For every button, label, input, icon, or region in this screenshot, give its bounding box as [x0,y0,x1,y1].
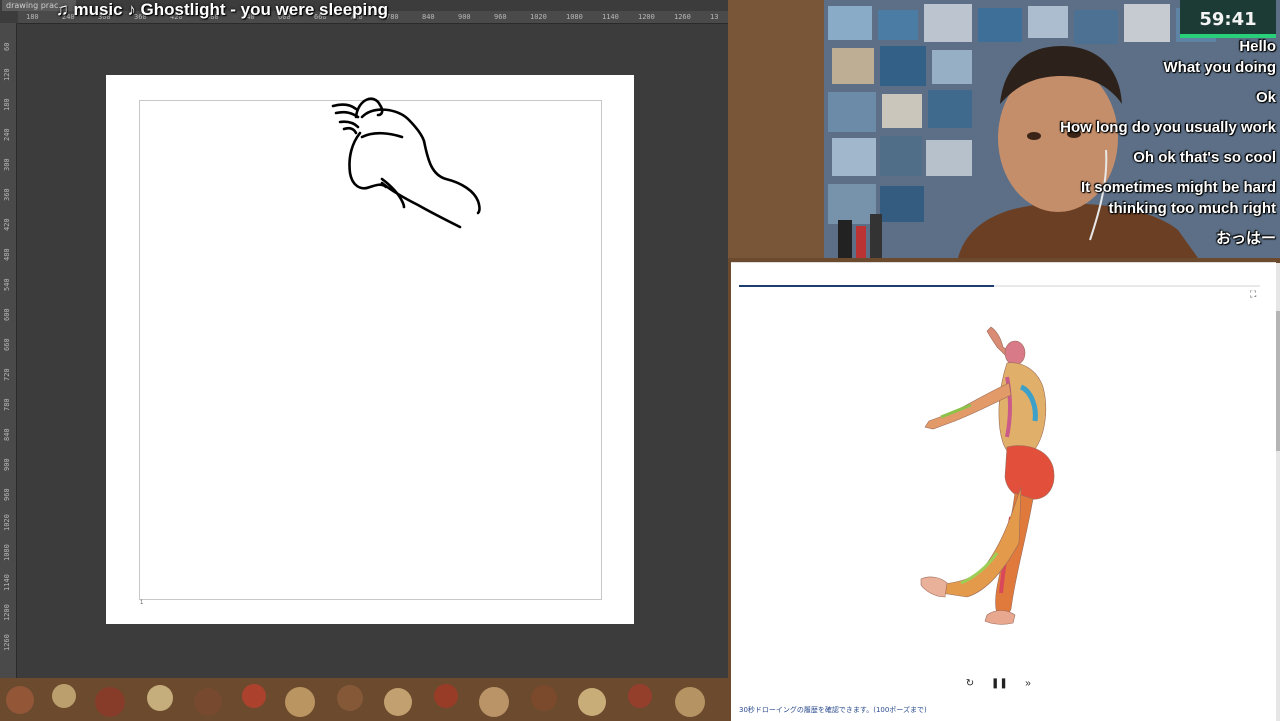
ruler-tick-label: 1200 [3,604,11,621]
ruler-tick-label: 1140 [3,574,11,591]
session-timer: 59:41 [1180,0,1276,38]
ruler-tick-label: 840 [422,13,435,21]
ruler-tick-label: 1200 [638,13,655,21]
gesture-sketch [331,97,481,229]
ruler-tick-label: 540 [3,278,11,291]
ruler-tick-label: 360 [3,188,11,201]
chat-message: What you doing [1163,59,1276,76]
now-playing-title: ♫ music ♪ Ghostlight - you were sleeping [56,0,389,19]
chat-message: Oh ok that's so cool [1133,149,1276,166]
ruler-tick-label: 720 [3,368,11,381]
ruler-tick-label: 840 [3,428,11,441]
pose-timer-progress [739,285,1260,287]
chat-overlay: Hello What you doing Ok How long do you … [1060,36,1276,249]
ruler-tick-label: 1020 [3,514,11,531]
webcam-feed: Hello What you doing Ok How long do you … [728,0,1280,258]
ruler-tick-label: 900 [458,13,471,21]
drawing-canvas[interactable]: 1 [106,75,634,624]
chat-message: Hello [1239,38,1276,55]
decorative-wallpaper-strip [0,678,728,720]
ruler-tick-label: 180 [26,13,39,21]
ruler-tick-label: 900 [3,458,11,471]
ruler-tick-label: 60 [3,42,11,51]
ruler-tick-label: 180 [3,98,11,111]
fullscreen-icon[interactable]: ⛶ [1250,289,1260,299]
ruler-tick-label: 660 [3,338,11,351]
scrollbar-thumb[interactable] [1276,311,1280,451]
ruler-tick-label: 1140 [602,13,619,21]
anatomy-pose-figure [920,326,1055,625]
chat-message: おっはー [1215,230,1276,247]
ruler-tick-label: 960 [494,13,507,21]
ruler-tick-label: 780 [3,398,11,411]
chat-message: It sometimes might be hard [1080,179,1276,196]
ruler-tick-label: 1080 [3,544,11,561]
ruler-tick-label: 480 [3,248,11,261]
ruler-tick-label: 1260 [674,13,691,21]
chat-message: Ok [1255,89,1276,106]
ruler-tick-label: 13 [710,13,719,21]
chat-message: thinking too much right [1108,200,1276,217]
pose-playback-controls: ↻ ❚❚ » [960,676,1050,692]
ruler-tick-label: 240 [3,128,11,141]
vertical-ruler: 60 120 180 240 300 360 420 480 540 600 660 720 780 84… [0,23,17,678]
restart-icon[interactable]: ↻ [962,676,978,692]
ruler-tick-label: 300 [3,158,11,171]
pose-reference-panel: ⛶ ↻ ❚❚ » 30秒ドローイングの履歴を確認できます。(100ポーズまで) [731,262,1280,721]
drawing-app-window: drawing prac… 180 240 300 360 420 480 540 600 66… [0,0,728,678]
ruler-tick-label: 600 [3,308,11,321]
skip-forward-icon[interactable]: » [1020,676,1036,692]
ruler-tick-label: 120 [3,68,11,81]
ruler-tick-label: 1080 [566,13,583,21]
pose-timer-progress-fill [739,285,995,287]
ruler-tick-label: 960 [3,488,11,501]
timer-accent-bar [1180,34,1276,38]
ruler-tick-label: 1260 [3,634,11,651]
scrollbar[interactable] [1276,263,1280,721]
pause-icon[interactable]: ❚❚ [991,676,1008,692]
ruler-tick-label: 420 [3,218,11,231]
chat-message: How long do you usually work [1060,119,1276,136]
ruler-tick-label: 1020 [530,13,547,21]
pose-history-caption: 30秒ドローイングの履歴を確認できます。(100ポーズまで) [739,706,927,714]
